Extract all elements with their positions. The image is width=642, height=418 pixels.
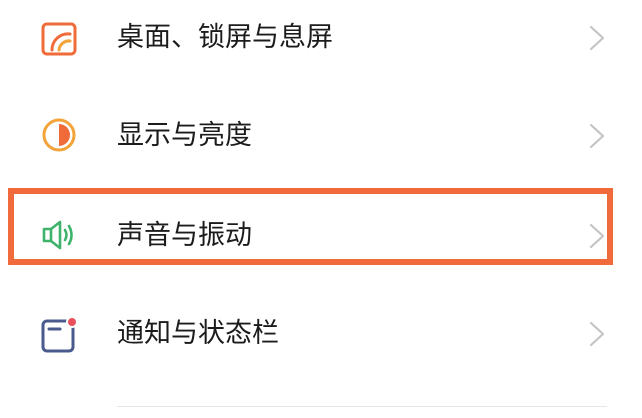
settings-item-desktop-lockscreen[interactable]: 桌面、锁屏与息屏 [0,0,642,86]
settings-item-label: 通知与状态栏 [117,318,279,349]
speaker-icon [40,216,78,254]
chevron-right-icon [588,222,606,250]
settings-item-notification-statusbar[interactable]: 通知与状态栏 [0,286,642,382]
chevron-right-icon [588,122,606,150]
settings-item-label: 桌面、锁屏与息屏 [117,22,333,53]
settings-list: 桌面、锁屏与息屏 显示与亮度 声音与振动 通知与状态栏 [0,0,642,418]
settings-item-label: 显示与亮度 [117,120,252,151]
settings-item-sound-vibration[interactable]: 声音与振动 [0,184,642,280]
chevron-right-icon [588,24,606,52]
settings-item-display-brightness[interactable]: 显示与亮度 [0,86,642,182]
chevron-right-icon [588,320,606,348]
display-brightness-icon [40,116,78,154]
wallpaper-icon [40,20,78,58]
list-divider [117,406,607,407]
notification-icon [40,316,78,354]
settings-item-label: 声音与振动 [117,220,252,251]
